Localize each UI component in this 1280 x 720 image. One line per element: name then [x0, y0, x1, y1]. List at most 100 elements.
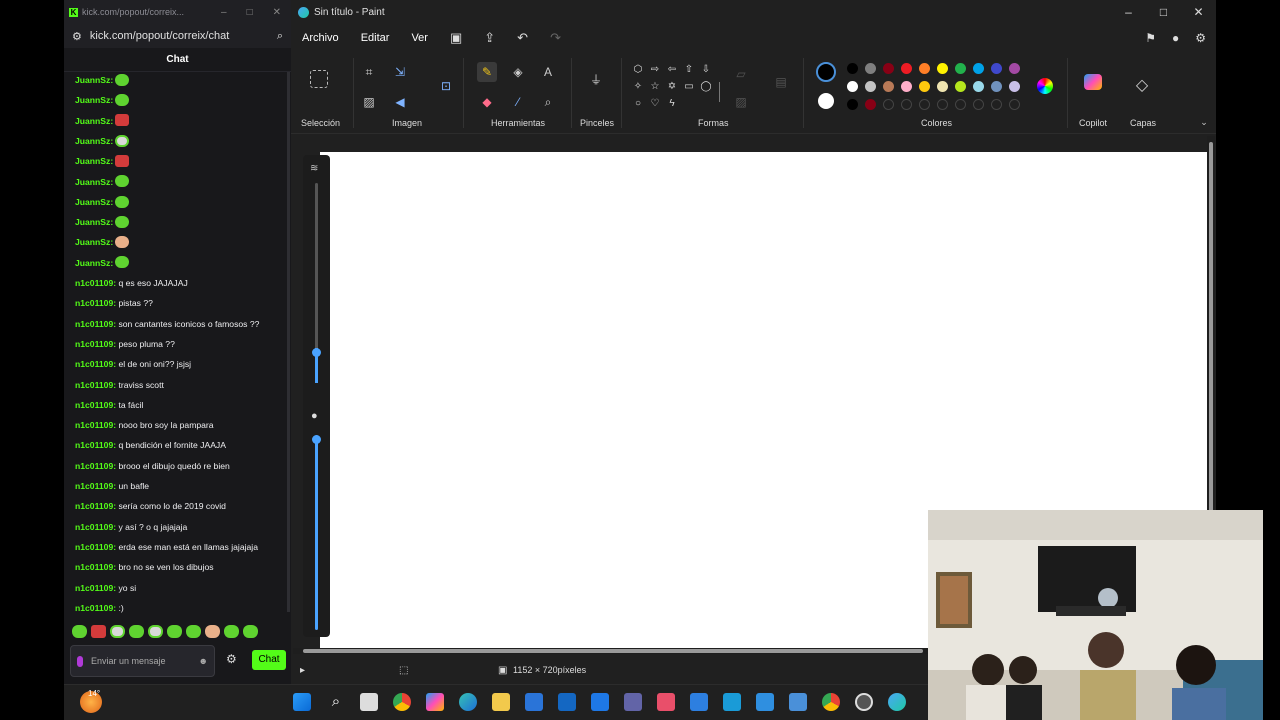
- opacity-slider-thumb[interactable]: [312, 435, 321, 444]
- notepad-icon[interactable]: [789, 693, 807, 711]
- chat-username[interactable]: n1c01109:: [75, 359, 116, 369]
- search-icon[interactable]: ⌕: [327, 693, 345, 711]
- size-slider-track[interactable]: [312, 183, 321, 383]
- close-icon[interactable]: ✕: [273, 7, 281, 18]
- shape-outline-icon[interactable]: ▱: [731, 64, 751, 84]
- color-swatch[interactable]: [1009, 99, 1020, 110]
- primary-color-swatch[interactable]: [816, 62, 836, 82]
- chat-username[interactable]: n1c01109:: [75, 339, 116, 349]
- edit-colors-icon[interactable]: [1037, 78, 1053, 94]
- chat-username[interactable]: n1c01109:: [75, 481, 116, 491]
- color-swatch[interactable]: [901, 81, 912, 92]
- chat-username[interactable]: JuannSz:: [75, 177, 113, 187]
- chat-url[interactable]: kick.com/popout/correix/chat: [90, 30, 229, 42]
- task-view-icon[interactable]: [360, 693, 378, 711]
- outlook-icon[interactable]: [558, 693, 576, 711]
- chat-username[interactable]: JuannSz:: [75, 156, 113, 166]
- chat-username[interactable]: n1c01109:: [75, 501, 116, 511]
- lightning-shape-icon[interactable]: ϟ: [665, 97, 679, 111]
- color-swatch[interactable]: [937, 99, 948, 110]
- site-settings-icon[interactable]: ⚙: [72, 30, 82, 43]
- emoji-icon[interactable]: ☻: [199, 656, 208, 666]
- brush-icon[interactable]: ⏚: [586, 70, 606, 90]
- account-icon[interactable]: ●: [1172, 31, 1179, 45]
- color-swatch[interactable]: [865, 99, 876, 110]
- chrome-profile-icon[interactable]: [822, 693, 840, 711]
- callout-oval-shape-icon[interactable]: ◯: [699, 80, 713, 94]
- color-swatch[interactable]: [919, 81, 930, 92]
- chevron-down-icon[interactable]: ⌄: [1194, 112, 1214, 132]
- emote-quick-icon[interactable]: [224, 625, 239, 638]
- star6-shape-icon[interactable]: ✡: [665, 80, 679, 94]
- rotate-icon[interactable]: ▨: [359, 92, 379, 112]
- chat-username[interactable]: JuannSz:: [75, 197, 113, 207]
- magnifier-icon[interactable]: ⌕: [538, 92, 558, 112]
- arrow-right-shape-icon[interactable]: ⇨: [648, 63, 662, 77]
- color-swatch[interactable]: [937, 81, 948, 92]
- emote-quick-icon[interactable]: [72, 625, 87, 638]
- color-swatch[interactable]: [991, 63, 1002, 74]
- teams-icon[interactable]: [624, 693, 642, 711]
- color-swatch[interactable]: [955, 99, 966, 110]
- feedback-icon[interactable]: ⚑: [1145, 31, 1156, 45]
- undo-icon[interactable]: ↶: [517, 30, 528, 46]
- color-swatch[interactable]: [937, 63, 948, 74]
- eraser-icon[interactable]: ◆: [477, 92, 497, 112]
- callout-rect-shape-icon[interactable]: ▭: [682, 80, 696, 94]
- chat-username[interactable]: JuannSz:: [75, 136, 113, 146]
- color-swatch[interactable]: [991, 81, 1002, 92]
- minimize-icon[interactable]: –: [221, 7, 227, 18]
- color-swatch[interactable]: [847, 81, 858, 92]
- shape-fill-icon[interactable]: ▨: [731, 92, 751, 112]
- color-swatch[interactable]: [883, 81, 894, 92]
- chat-input[interactable]: Enviar un mensaje ☻: [70, 645, 215, 677]
- color-swatch[interactable]: [901, 63, 912, 74]
- color-swatch[interactable]: [919, 99, 930, 110]
- resize-icon[interactable]: ⇲: [390, 62, 410, 82]
- color-picker-icon[interactable]: ⁄: [508, 92, 528, 112]
- chat-username[interactable]: n1c01109:: [75, 583, 116, 593]
- chat-username[interactable]: n1c01109:: [75, 420, 116, 430]
- redo-icon[interactable]: ↷: [550, 30, 561, 46]
- menu-ver[interactable]: Ver: [411, 32, 428, 44]
- chat-username[interactable]: n1c01109:: [75, 542, 116, 552]
- size-slider-thumb[interactable]: [312, 348, 321, 357]
- calendar-icon[interactable]: [657, 693, 675, 711]
- file-explorer-icon[interactable]: [492, 693, 510, 711]
- emote-quick-icon[interactable]: [129, 625, 144, 638]
- emote-quick-icon[interactable]: [186, 625, 201, 638]
- settings-app-icon[interactable]: [723, 693, 741, 711]
- chrome-icon[interactable]: [393, 693, 411, 711]
- start-icon[interactable]: [293, 693, 311, 711]
- fill-icon[interactable]: ◈: [508, 62, 528, 82]
- secondary-color-swatch[interactable]: [818, 93, 834, 109]
- chat-username[interactable]: n1c01109:: [75, 522, 116, 532]
- chat-username[interactable]: JuannSz:: [75, 75, 113, 85]
- chat-username[interactable]: JuannSz:: [75, 95, 113, 105]
- share-icon[interactable]: ⇪: [484, 30, 495, 46]
- emote-quick-icon[interactable]: [167, 625, 182, 638]
- chat-username[interactable]: n1c01109:: [75, 400, 116, 410]
- store-icon[interactable]: [525, 693, 543, 711]
- color-swatch[interactable]: [955, 63, 966, 74]
- color-swatch[interactable]: [847, 63, 858, 74]
- paint-taskbar-icon[interactable]: [888, 693, 906, 711]
- shape-size-icon[interactable]: ▤: [771, 72, 791, 92]
- minimize-icon[interactable]: –: [1111, 5, 1146, 19]
- star5-shape-icon[interactable]: ☆: [648, 80, 662, 94]
- vscode-icon[interactable]: [756, 693, 774, 711]
- color-swatch[interactable]: [865, 81, 876, 92]
- color-swatch[interactable]: [1009, 81, 1020, 92]
- app-icon[interactable]: [690, 693, 708, 711]
- arrow-up-shape-icon[interactable]: ⇧: [682, 63, 696, 77]
- layers-icon[interactable]: ◇: [1132, 76, 1152, 96]
- maximize-icon[interactable]: □: [247, 7, 253, 18]
- arrow-down-shape-icon[interactable]: ⇩: [699, 63, 713, 77]
- emote-quick-icon[interactable]: [110, 625, 125, 638]
- obs-icon[interactable]: [855, 693, 873, 711]
- chat-username[interactable]: JuannSz:: [75, 217, 113, 227]
- pencil-icon[interactable]: ✎: [477, 62, 497, 82]
- copilot-taskbar-icon[interactable]: [426, 693, 444, 711]
- color-swatch[interactable]: [991, 99, 1002, 110]
- hexagon-shape-icon[interactable]: ⬡: [631, 63, 645, 77]
